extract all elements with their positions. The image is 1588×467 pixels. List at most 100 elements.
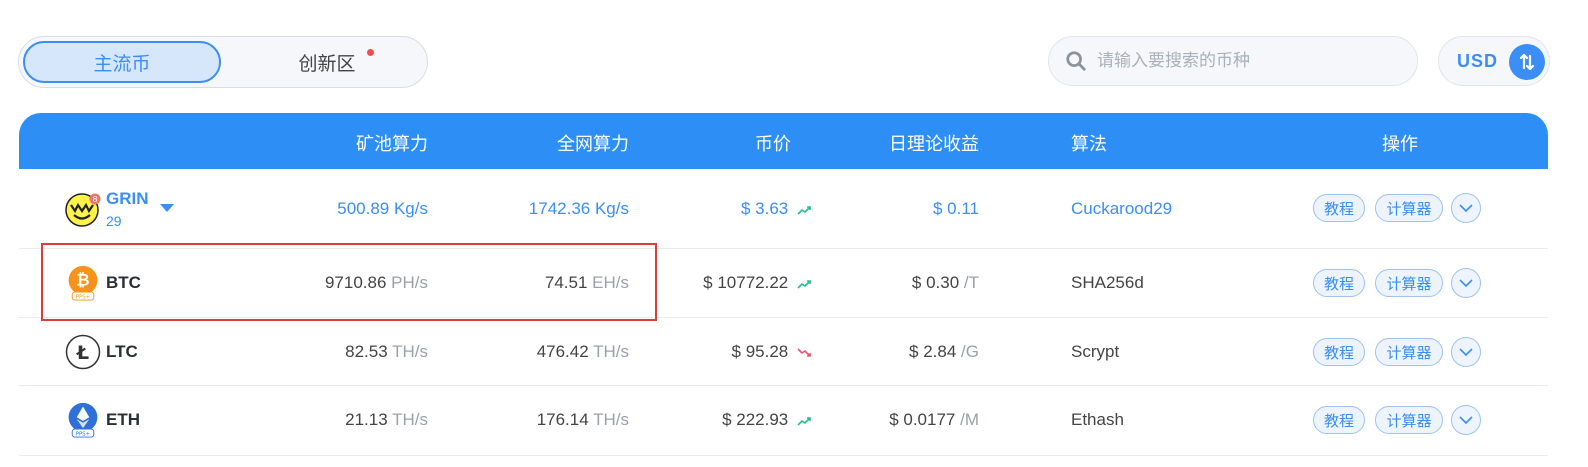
currency-label: USD <box>1457 50 1499 71</box>
tutorial-button[interactable]: 教程 <box>1313 269 1365 297</box>
network-hashrate-value: 476.42 <box>536 342 589 361</box>
svg-text:₿: ₿ <box>76 271 89 290</box>
expand-button[interactable] <box>1451 193 1481 223</box>
eth-logo-icon: PPS+ <box>68 402 98 438</box>
calculator-button[interactable]: 计算器 <box>1375 338 1443 366</box>
grin-logo-icon: 8 <box>65 193 101 227</box>
algorithm: SHA256d <box>1071 273 1144 292</box>
pool-hashrate-unit: TH/s <box>392 410 428 429</box>
coin-name[interactable]: BTC <box>106 273 141 293</box>
price: $ 222.93 <box>722 410 811 430</box>
network-hashrate: 476.42 TH/s <box>537 342 629 362</box>
pool-hashrate: 21.13 TH/s <box>345 410 428 430</box>
swap-icon[interactable] <box>1509 44 1545 80</box>
trend-up-icon <box>797 279 811 289</box>
pps-badge: PPS+ <box>76 294 90 300</box>
tab-mainstream[interactable]: 主流币 <box>23 41 221 83</box>
top-bar: 主流币 创新区 USD <box>0 0 1588 112</box>
network-hashrate-unit: TH/s <box>593 342 629 361</box>
caret-down-icon[interactable] <box>160 203 174 213</box>
algorithm: Cuckarood29 <box>1071 199 1173 218</box>
calculator-button[interactable]: 计算器 <box>1375 269 1443 297</box>
pool-hashrate-value: 9710.86 <box>324 273 387 292</box>
col-actions: 操作 <box>1382 134 1418 154</box>
expand-button[interactable] <box>1451 268 1481 298</box>
daily-income-unit: /T <box>963 273 979 292</box>
network-hashrate-value: 74.51 <box>544 273 588 292</box>
coin-table: 矿池算力 全网算力 币价 日理论收益 算法 操作 8 GRIN 29 500.8… <box>19 113 1548 456</box>
daily-income: $ 2.84 /G <box>909 342 979 362</box>
daily-income-unit: /G <box>961 342 979 361</box>
network-hashrate-unit: TH/s <box>593 410 629 429</box>
svg-text:Ł: Ł <box>76 342 89 364</box>
tab-innovation[interactable]: 创新区 <box>229 41 425 83</box>
expand-button[interactable] <box>1451 337 1481 367</box>
trend-down-icon <box>797 347 811 357</box>
search-input[interactable] <box>1097 51 1397 71</box>
table-row[interactable]: Ł LTC 82.53 TH/s 476.42 TH/s $ 95.28 $ 2… <box>19 318 1548 386</box>
trend-up-icon <box>797 205 811 215</box>
price-value: $ 3.63 <box>741 199 789 218</box>
network-hashrate-unit: EH/s <box>592 273 629 292</box>
notification-dot <box>367 49 374 56</box>
algorithm: Scrypt <box>1071 342 1120 361</box>
col-pool-hashrate[interactable]: 矿池算力 <box>356 130 428 156</box>
col-algorithm: 算法 <box>1071 134 1107 154</box>
chevron-down-icon <box>1459 348 1473 356</box>
ltc-logo-icon: Ł <box>65 334 101 370</box>
pool-hashrate-value: 21.13 <box>345 410 388 429</box>
pool-hashrate-unit: TH/s <box>392 342 428 361</box>
pool-hashrate-value: 82.53 <box>345 342 388 361</box>
coin-sub: 29 <box>106 213 122 229</box>
daily-income: $ 0.30 /T <box>912 273 979 293</box>
daily-income-value: $ 2.84 <box>909 342 957 361</box>
pool-hashrate: 9710.86 PH/s <box>325 273 428 293</box>
coin-name[interactable]: ETH <box>106 410 140 430</box>
network-hashrate: 74.51 EH/s <box>545 273 629 293</box>
price: $ 95.28 <box>732 342 811 362</box>
tutorial-button[interactable]: 教程 <box>1313 194 1365 222</box>
tab-innovation-label: 创新区 <box>298 53 356 75</box>
chevron-down-icon <box>1459 204 1473 212</box>
daily-income-value: $ 0.30 <box>911 273 960 292</box>
chevron-down-icon <box>1459 279 1473 287</box>
daily-income-value: $ 0.0177 <box>889 410 956 429</box>
calculator-button[interactable]: 计算器 <box>1375 194 1443 222</box>
tutorial-button[interactable]: 教程 <box>1313 338 1365 366</box>
table-header: 矿池算力 全网算力 币价 日理论收益 算法 操作 <box>19 113 1548 169</box>
search-icon <box>1066 51 1086 71</box>
table-row[interactable]: 8 GRIN 29 500.89 Kg/s 1742.36 Kg/s $ 3.6… <box>19 169 1548 249</box>
price-value: $ 10772.22 <box>703 273 789 292</box>
network-hashrate: 1742.36 Kg/s <box>528 199 629 218</box>
coin-name[interactable]: LTC <box>106 342 138 362</box>
coin-name[interactable]: GRIN <box>106 189 149 209</box>
coin-tabs: 主流币 创新区 <box>18 36 428 88</box>
daily-income: $ 0.0177 /M <box>889 410 979 430</box>
price-value: $ 95.28 <box>731 342 789 361</box>
price-value: $ 222.93 <box>722 410 789 429</box>
tutorial-button[interactable]: 教程 <box>1313 406 1365 434</box>
table-row[interactable]: ₿ PPS+ BTC 9710.86 PH/s 74.51 EH/s $ 107… <box>19 249 1548 318</box>
currency-switch[interactable]: USD <box>1438 36 1550 86</box>
col-daily-income[interactable]: 日理论收益 <box>889 130 979 156</box>
pool-hashrate-unit: PH/s <box>391 273 428 292</box>
network-hashrate-value: 176.14 <box>536 410 589 429</box>
col-price[interactable]: 币价 <box>755 130 791 156</box>
price: $ 10772.22 <box>703 273 811 293</box>
daily-income: $ 0.11 <box>932 199 979 218</box>
btc-logo-icon: ₿ PPS+ <box>68 265 98 301</box>
col-network-hashrate[interactable]: 全网算力 <box>557 130 629 156</box>
network-hashrate: 176.14 TH/s <box>537 410 629 430</box>
grin-badge: 8 <box>92 195 97 204</box>
algorithm: Ethash <box>1071 410 1124 429</box>
chevron-down-icon <box>1459 416 1473 424</box>
search-box[interactable] <box>1048 36 1418 86</box>
price: $ 3.63 <box>741 199 811 219</box>
expand-button[interactable] <box>1451 405 1481 435</box>
pps-badge: PPS+ <box>76 431 90 437</box>
daily-income-unit: /M <box>960 410 979 429</box>
table-row[interactable]: PPS+ ETH 21.13 TH/s 176.14 TH/s $ 222.93… <box>19 386 1548 456</box>
calculator-button[interactable]: 计算器 <box>1375 406 1443 434</box>
pool-hashrate: 500.89 Kg/s <box>337 199 428 218</box>
pool-hashrate: 82.53 TH/s <box>345 342 428 362</box>
